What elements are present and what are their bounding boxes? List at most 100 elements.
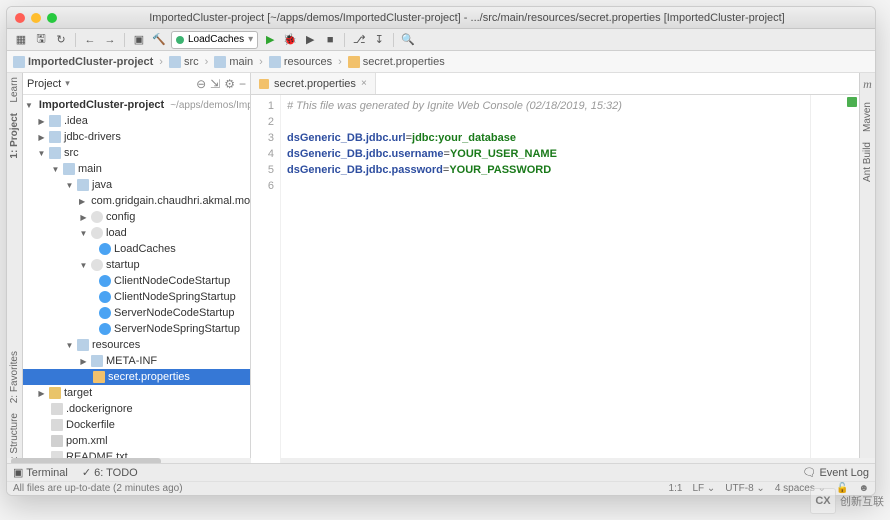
collapse-all-icon[interactable]: ⊖ [196, 77, 206, 91]
expand-icon[interactable] [37, 389, 46, 398]
right-tool-strip: m Maven Ant Build [859, 73, 875, 465]
ant-build-tool-tab[interactable]: Ant Build [862, 142, 873, 182]
tree-label: pom.xml [66, 435, 108, 447]
tree-metainf[interactable]: META-INF [23, 353, 250, 369]
file-icon [51, 403, 63, 415]
favorites-tool-tab[interactable]: 2: Favorites [9, 351, 20, 403]
code-content[interactable]: # This file was generated by Ignite Web … [281, 95, 859, 465]
expand-icon[interactable] [79, 357, 88, 366]
tree-label: startup [106, 259, 140, 271]
expand-icon[interactable] [37, 133, 46, 142]
expand-icon[interactable] [79, 213, 88, 222]
tree-pom[interactable]: pom.xml [23, 433, 250, 449]
refresh-icon[interactable]: ↻ [53, 32, 69, 48]
folder-icon [169, 56, 181, 68]
build-icon[interactable]: ▣ [131, 32, 147, 48]
tree-load[interactable]: load [23, 225, 250, 241]
tree-resources[interactable]: resources [23, 337, 250, 353]
breadcrumb-file[interactable]: secret.properties [348, 56, 445, 68]
breadcrumb-main[interactable]: main [214, 56, 253, 68]
learn-tab[interactable]: Learn [9, 77, 20, 103]
line-separator[interactable]: LF ⌄ [692, 483, 715, 494]
expand-icon[interactable] [37, 117, 46, 126]
project-tool-tab[interactable]: 1: Project [9, 113, 20, 159]
back-icon[interactable]: ← [82, 32, 98, 48]
save-icon[interactable]: 🖫 [33, 32, 49, 48]
breadcrumb-resources[interactable]: resources [269, 56, 332, 68]
expand-icon[interactable] [79, 261, 88, 270]
maven-tool-tab[interactable]: Maven [862, 102, 873, 132]
breadcrumb-root[interactable]: ImportedCluster-project [13, 56, 153, 68]
breadcrumb-src[interactable]: src [169, 56, 199, 68]
tree-java[interactable]: java [23, 177, 250, 193]
gear-icon[interactable]: ⚙ [224, 77, 235, 91]
expand-icon[interactable]: ⇲ [210, 77, 220, 91]
tree-pkg-model[interactable]: com.gridgain.chaudhri.akmal.model [23, 193, 250, 209]
forward-icon[interactable]: → [102, 32, 118, 48]
folder-icon [269, 56, 281, 68]
tree-label: target [64, 387, 92, 399]
stop-icon[interactable]: ■ [322, 32, 338, 48]
caret-position[interactable]: 1:1 [669, 483, 683, 494]
tree-root[interactable]: ImportedCluster-project~/apps/demos/Impo… [23, 97, 250, 113]
expand-icon[interactable] [37, 149, 46, 158]
run-icon[interactable]: ▶ [262, 32, 278, 48]
tree-loadcaches[interactable]: LoadCaches [23, 241, 250, 257]
tree-jdbc[interactable]: jdbc-drivers [23, 129, 250, 145]
maximize-icon[interactable] [47, 13, 57, 23]
tree-startup[interactable]: startup [23, 257, 250, 273]
prop-val: YOUR_USER_NAME [450, 148, 557, 160]
search-icon[interactable]: 🔍 [400, 32, 416, 48]
event-log-tab[interactable]: 🗨 Event Log [802, 466, 869, 479]
tree-dockerignore[interactable]: .dockerignore [23, 401, 250, 417]
breadcrumb-text: src [184, 56, 199, 68]
encoding[interactable]: UTF-8 ⌄ [725, 483, 765, 494]
tree-src[interactable]: src [23, 145, 250, 161]
breadcrumb-bar: ImportedCluster-project src main resourc… [7, 51, 875, 73]
coverage-icon[interactable]: ▶ [302, 32, 318, 48]
todo-tab[interactable]: ✓ 6: TODO [82, 466, 138, 479]
open-icon[interactable]: ▦ [13, 32, 29, 48]
debug-icon[interactable]: 🐞 [282, 32, 298, 48]
project-tree[interactable]: ImportedCluster-project~/apps/demos/Impo… [23, 95, 250, 465]
tree-secret-properties[interactable]: secret.properties [23, 369, 250, 385]
tab-secret-properties[interactable]: secret.properties × [251, 73, 376, 94]
tree-main[interactable]: main [23, 161, 250, 177]
file-icon [51, 419, 63, 431]
hide-icon[interactable]: − [239, 77, 246, 91]
close-tab-icon[interactable]: × [361, 78, 367, 89]
class-icon [99, 243, 111, 255]
close-icon[interactable] [15, 13, 25, 23]
tree-dockerfile[interactable]: Dockerfile [23, 417, 250, 433]
project-view-selector[interactable]: Project [27, 78, 61, 90]
body: Learn 1: Project 2: Favorites 2: Structu… [7, 73, 875, 465]
tree-label: .dockerignore [66, 403, 133, 415]
tree-cls4[interactable]: ServerNodeSpringStartup [23, 321, 250, 337]
expand-icon[interactable] [79, 197, 85, 206]
vcs-icon[interactable]: ⎇ [351, 32, 367, 48]
run-config-selector[interactable]: LoadCaches ▾ [171, 31, 258, 49]
tree-cls2[interactable]: ClientNodeSpringStartup [23, 289, 250, 305]
minimize-icon[interactable] [31, 13, 41, 23]
expand-icon[interactable] [25, 101, 33, 110]
tree-cls1[interactable]: ClientNodeCodeStartup [23, 273, 250, 289]
expand-icon[interactable] [79, 229, 88, 238]
tree-idea[interactable]: .idea [23, 113, 250, 129]
xml-icon [51, 435, 63, 447]
tree-label: com.gridgain.chaudhri.akmal.model [91, 195, 250, 207]
tree-cls3[interactable]: ServerNodeCodeStartup [23, 305, 250, 321]
expand-icon[interactable] [65, 181, 74, 190]
update-icon[interactable]: ↧ [371, 32, 387, 48]
expand-icon[interactable] [65, 341, 74, 350]
expand-icon[interactable] [51, 165, 60, 174]
folder-icon [49, 115, 61, 127]
terminal-tab[interactable]: ▣ Terminal [13, 466, 68, 479]
package-icon [91, 259, 103, 271]
tree-config[interactable]: config [23, 209, 250, 225]
app-window: ImportedCluster-project [~/apps/demos/Im… [6, 6, 876, 496]
tree-target[interactable]: target [23, 385, 250, 401]
code-area[interactable]: 1 2 3 4 5 6 # This file was generated by… [251, 95, 859, 465]
prop-key: dsGeneric_DB.jdbc.url [287, 132, 406, 144]
hammer-icon[interactable]: 🔨 [151, 32, 167, 48]
traffic-lights [15, 13, 57, 23]
